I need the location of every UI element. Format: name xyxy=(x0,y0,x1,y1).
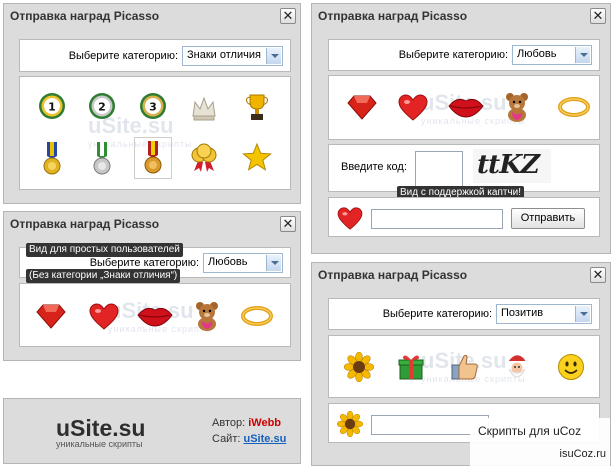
close-button[interactable]: ✕ xyxy=(280,216,296,232)
medal-silver-2-icon[interactable]: 2 xyxy=(87,91,117,123)
sunflower-icon[interactable] xyxy=(343,351,375,383)
category-select-value: Знаки отличия xyxy=(187,48,261,61)
window-title: Отправка наград Picasso xyxy=(10,217,160,231)
category-select[interactable]: Любовь xyxy=(512,45,592,65)
ucoz-domain: isuCoz.ru xyxy=(559,448,606,460)
close-icon: ✕ xyxy=(592,8,604,23)
lips-icon[interactable] xyxy=(447,94,485,120)
ruby-icon[interactable] xyxy=(34,301,68,331)
award-window-simple-users: Отправка наград Picasso ✕ Выберите катег… xyxy=(3,211,301,361)
credit-panel: uSite.su уникальные скрипты Автор: iWebb… xyxy=(3,398,301,464)
heart-icon[interactable] xyxy=(397,92,429,122)
medal-number: 3 xyxy=(149,101,157,114)
captcha-text: ttKZ xyxy=(473,150,542,180)
site-line: Сайт: uSite.su xyxy=(212,433,286,445)
category-select[interactable]: Позитив xyxy=(496,304,592,324)
thumbs-up-icon[interactable] xyxy=(449,351,481,383)
category-select-value: Позитив xyxy=(501,307,544,319)
category-panel: Выберите категорию: Позитив xyxy=(328,298,600,330)
ucoz-badge: Скрипты для uCoz isuCoz.ru xyxy=(470,418,610,466)
captcha-input[interactable] xyxy=(415,151,463,187)
award-window-captcha: Отправка наград Picasso ✕ Выберите катег… xyxy=(311,3,611,254)
close-icon: ✕ xyxy=(282,216,294,231)
awards-grid: uSite.suуникальные скрипты xyxy=(328,335,600,398)
usite-logo: uSite.su уникальные скрипты xyxy=(56,415,145,449)
ucoz-scripts-label: Скрипты для uCoz xyxy=(478,424,582,438)
close-icon: ✕ xyxy=(282,8,294,23)
smiley-face-icon[interactable] xyxy=(555,351,587,383)
medal-ribbon-red-icon[interactable] xyxy=(134,137,172,179)
site-link[interactable]: uSite.su xyxy=(244,433,287,445)
site-label: Сайт: xyxy=(212,433,241,445)
category-label: Выберите категорию: xyxy=(89,256,199,269)
ruby-icon[interactable] xyxy=(345,92,379,122)
lips-icon[interactable] xyxy=(136,303,174,329)
simple-users-tooltip-line1: Вид для простых пользователей xyxy=(26,243,183,257)
close-button[interactable]: ✕ xyxy=(280,8,296,24)
author-name: iWebb xyxy=(248,417,282,429)
close-button[interactable]: ✕ xyxy=(590,267,606,283)
awards-grid: uSite.suуникальные скрипты xyxy=(19,283,291,347)
medal-gold-1-icon[interactable]: 1 xyxy=(37,91,67,123)
captcha-image: ttKZ xyxy=(473,149,551,183)
category-label: Выберите категорию: xyxy=(398,49,508,61)
send-panel: Отправить xyxy=(328,197,600,237)
teddy-bear-icon[interactable] xyxy=(191,299,223,333)
captcha-label: Введите код: xyxy=(341,161,407,173)
star-icon[interactable] xyxy=(242,141,272,173)
category-select-value: Любовь xyxy=(517,48,557,60)
medal-ribbon-blue-icon[interactable] xyxy=(38,141,66,177)
trophy-icon[interactable] xyxy=(242,91,272,123)
chevron-down-icon xyxy=(575,47,590,63)
chevron-down-icon xyxy=(266,254,281,271)
author-line: Автор: iWebb xyxy=(212,417,281,429)
window-title: Отправка наград Picasso xyxy=(318,9,468,23)
send-button[interactable]: Отправить xyxy=(511,208,585,229)
heart-icon[interactable] xyxy=(88,301,120,331)
category-panel: Выберите категорию: Любовь xyxy=(328,39,600,71)
teddy-bear-icon[interactable] xyxy=(501,90,533,124)
medal-number: 2 xyxy=(98,101,106,114)
crown-icon[interactable] xyxy=(188,91,220,123)
author-label: Автор: xyxy=(212,417,246,429)
coins-ribbon-icon[interactable] xyxy=(188,141,220,175)
category-label: Выберите категорию: xyxy=(68,49,178,62)
close-icon: ✕ xyxy=(592,267,604,282)
window-title: Отправка наград Picasso xyxy=(318,268,468,282)
gold-ring-icon[interactable] xyxy=(557,94,591,120)
gold-ring-icon[interactable] xyxy=(240,303,274,329)
simple-users-tooltip-line2: (Без категории „Знаки отличия“) xyxy=(26,269,181,283)
category-panel: Выберите категорию: Знаки отличия xyxy=(19,39,291,72)
message-input[interactable] xyxy=(371,209,503,229)
window-title: Отправка наград Picasso xyxy=(10,9,160,23)
category-select[interactable]: Любовь xyxy=(203,252,283,273)
sunflower-icon xyxy=(336,410,364,438)
heart-icon xyxy=(336,205,364,231)
chevron-down-icon xyxy=(266,47,281,64)
category-select[interactable]: Знаки отличия xyxy=(182,45,283,66)
logo-tagline: уникальные скрипты xyxy=(56,439,143,449)
category-label: Выберите категорию: xyxy=(382,308,492,320)
chevron-down-icon xyxy=(575,306,590,322)
gift-box-icon[interactable] xyxy=(395,351,427,383)
award-window-distinctions: Отправка наград Picasso ✕ Выберите катег… xyxy=(3,3,301,204)
medal-bronze-3-icon[interactable]: 3 xyxy=(138,91,168,123)
awards-grid: uSite.suуникальные скрипты xyxy=(328,75,600,140)
santa-claus-icon[interactable] xyxy=(501,350,533,384)
close-button[interactable]: ✕ xyxy=(590,8,606,24)
category-select-value: Любовь xyxy=(208,255,248,268)
medal-ribbon-green-icon[interactable] xyxy=(88,141,116,177)
awards-grid: uSite.su уникальные скрипты 1 2 3 xyxy=(19,76,291,190)
medal-number: 1 xyxy=(48,101,56,114)
captcha-panel: Введите код: ttKZ Вид с поддержкой каптч… xyxy=(328,144,600,200)
logo-brand: uSite.su xyxy=(56,415,146,441)
